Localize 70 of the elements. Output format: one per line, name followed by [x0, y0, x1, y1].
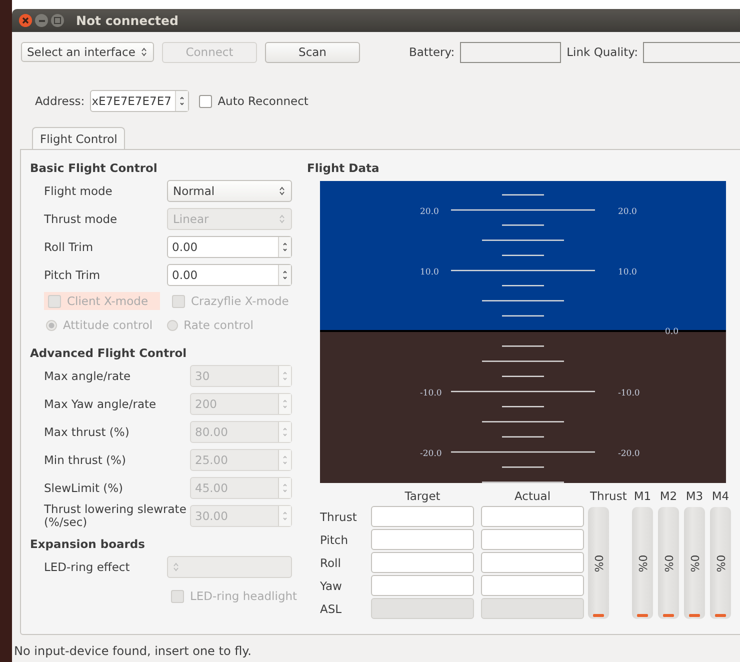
- pitch-label: 20.0: [618, 207, 637, 217]
- pitch-label: -10.0: [618, 388, 640, 398]
- pitch-label: 10.0: [420, 268, 439, 278]
- altitude-reading: 0.0: [665, 327, 679, 337]
- spin-arrows-icon[interactable]: [278, 237, 291, 257]
- row-label: Roll: [320, 554, 342, 572]
- column-header: Actual: [513, 489, 552, 504]
- checkbox-label: LED-ring headlight: [190, 589, 298, 603]
- maximize-icon[interactable]: [51, 14, 64, 27]
- field-label: LED-ring effect: [44, 560, 131, 574]
- link-quality-label: Link Quality:: [566, 45, 638, 59]
- section-title: Advanced Flight Control: [30, 346, 188, 362]
- updown-icon: [141, 47, 147, 57]
- radio-label: Attitude control: [63, 318, 153, 332]
- field-label: Min thrust (%): [44, 454, 127, 466]
- scan-button[interactable]: Scan: [265, 42, 360, 62]
- section-title: Basic Flight Control: [30, 161, 158, 177]
- section-title: Flight Data: [307, 161, 380, 177]
- meter-label: M1: [634, 489, 652, 504]
- meter-label: Thrust: [590, 489, 627, 504]
- updown-icon: [279, 186, 285, 196]
- spin-arrows-icon[interactable]: [174, 91, 188, 111]
- checkbox-label: Client X-mode: [67, 294, 148, 308]
- spin-arrows-icon[interactable]: [278, 265, 291, 285]
- interface-dropdown[interactable]: Select an interface: [21, 42, 154, 62]
- meter-reading: 0%: [688, 554, 701, 572]
- pitch-label: -10.0: [420, 388, 442, 398]
- tab[interactable]: Flight Control: [32, 127, 126, 150]
- field-label: Max thrust (%): [44, 426, 130, 438]
- meter-reading: 0%: [592, 554, 605, 572]
- close-icon[interactable]: [19, 14, 32, 27]
- field-label: Max Yaw angle/rate: [44, 398, 158, 410]
- spin-box[interactable]: 0.00: [167, 236, 292, 258]
- checkbox-label: Crazyflie X-mode: [191, 294, 289, 308]
- field-label: Flight mode: [44, 184, 114, 198]
- updown-icon: [173, 562, 179, 572]
- meter-reading: 0%: [714, 554, 727, 572]
- field-label: Thrust mode: [44, 212, 118, 226]
- column-header: Target: [404, 489, 442, 504]
- status-text: No input-device found, insert one to fly.: [14, 644, 252, 658]
- spin-box[interactable]: 0.00: [167, 264, 292, 286]
- pitch-label: 20.0: [420, 207, 439, 217]
- field-label: Roll Trim: [44, 240, 94, 254]
- checkbox[interactable]: [198, 94, 212, 108]
- pitch-label: -20.0: [618, 449, 640, 459]
- meter-reading: 0%: [662, 554, 675, 572]
- address-label: Address:: [35, 94, 85, 108]
- section-title: Expansion boards: [30, 537, 146, 553]
- row-label: Yaw: [320, 578, 343, 594]
- pitch-label: 10.0: [618, 268, 637, 278]
- window-title: Not connected: [76, 13, 178, 28]
- field-label: SlewLimit (%): [44, 482, 124, 494]
- checkbox-label: Auto Reconnect: [218, 94, 308, 108]
- field-label: Max angle/rate: [44, 370, 132, 382]
- minimize-icon[interactable]: [35, 14, 48, 27]
- row-label: ASL: [320, 600, 343, 618]
- updown-icon: [279, 214, 285, 224]
- meter-label: M4: [712, 489, 730, 504]
- field-label: Pitch Trim: [44, 268, 102, 282]
- meter-label: M2: [660, 489, 678, 504]
- battery-label: Battery:: [409, 45, 455, 59]
- row-label: Pitch: [320, 532, 349, 548]
- row-label: Thrust: [320, 508, 358, 526]
- meter-label: M3: [686, 489, 704, 504]
- address-field[interactable]: xE7E7E7E7E7: [90, 90, 189, 112]
- meter-reading: 0%: [636, 554, 649, 572]
- radio-label: Rate control: [184, 318, 254, 332]
- field-label: Thrust lowering slewrate (%/sec): [44, 503, 188, 529]
- dropdown[interactable]: Normal: [167, 180, 292, 202]
- pitch-label: -20.0: [420, 449, 442, 459]
